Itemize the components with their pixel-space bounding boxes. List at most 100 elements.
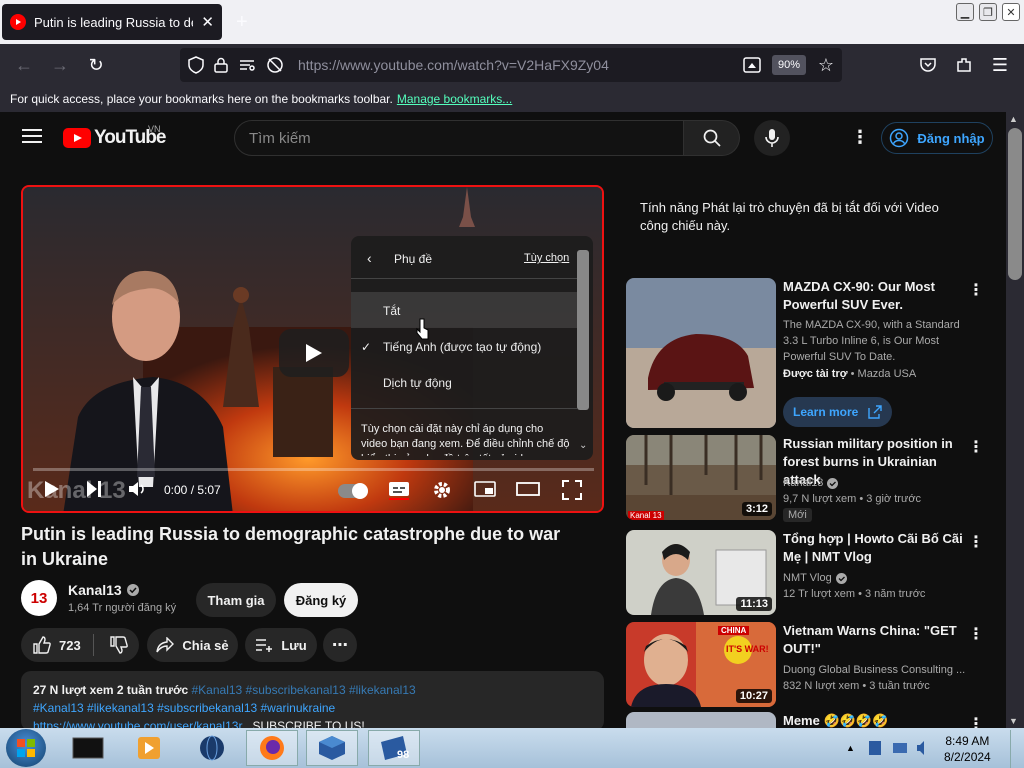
playlist-add-icon — [255, 637, 273, 653]
taskbar-terminal-icon[interactable] — [62, 730, 114, 766]
rec-menu-icon[interactable]: ⋮ — [968, 532, 984, 552]
save-button[interactable]: Lưu — [245, 628, 317, 662]
forward-icon[interactable]: → — [46, 51, 74, 79]
subtitle-options-link[interactable]: Tùy chọn — [524, 252, 569, 264]
channel-name[interactable]: Kanal13 — [68, 582, 122, 598]
autoplay-toggle[interactable] — [338, 483, 368, 499]
maximize-button[interactable]: ❐ — [979, 3, 997, 21]
taskbar-media-player-icon[interactable] — [122, 730, 174, 766]
big-play-button[interactable] — [279, 329, 349, 377]
rec-title[interactable]: Meme 🤣🤣🤣🤣 — [783, 712, 973, 728]
rec-menu-icon[interactable]: ⋮ — [968, 714, 984, 728]
guide-menu-icon[interactable] — [22, 128, 42, 144]
settings-gear-icon[interactable] — [432, 480, 452, 500]
rec-menu-icon[interactable]: ⋮ — [968, 280, 984, 300]
autoplay-blocked-icon[interactable] — [266, 56, 284, 74]
scrollbar-thumb[interactable] — [1008, 128, 1022, 280]
hashtags-line2[interactable]: #Kanal13 #likekanal13 #subscribekanal13 … — [33, 699, 592, 717]
new-tab-icon[interactable]: + — [236, 12, 248, 32]
close-tab-icon[interactable]: ✕ — [201, 13, 214, 31]
dislike-thumb-icon[interactable] — [110, 636, 128, 654]
recommendation-item[interactable]: 11:13 Tổng hợp | Howto Cãi Bố Cãi Mẹ | N… — [626, 530, 1006, 615]
app-menu-icon[interactable]: ☰ — [986, 51, 1014, 79]
start-button[interactable] — [6, 729, 46, 767]
close-window-button[interactable]: ✕ — [1002, 3, 1020, 21]
rec-menu-icon[interactable]: ⋮ — [968, 437, 984, 457]
learn-more-button[interactable]: Learn more — [783, 397, 893, 427]
show-hidden-icons[interactable]: ▲ — [846, 743, 855, 753]
menu-scrollbar[interactable] — [577, 250, 589, 410]
next-video-button[interactable] — [86, 480, 102, 498]
share-button[interactable]: Chia sẻ — [147, 628, 238, 662]
rec-channel[interactable]: Duong Global Business Consulting ... — [783, 662, 973, 678]
tray-bluetooth-icon[interactable] — [868, 740, 882, 756]
zoom-level[interactable]: 90% — [772, 55, 806, 75]
recommendation-item[interactable]: Kanal 13 3:12 Russian military position … — [626, 435, 1006, 522]
back-icon[interactable]: ← — [10, 51, 38, 79]
subtitles-cc-icon[interactable] — [388, 480, 410, 500]
rec-channel[interactable]: Kanal13 — [783, 475, 823, 491]
sponsored-recommendation[interactable]: MAZDA CX-90: Our Most Powerful SUV Ever.… — [626, 278, 1006, 428]
extensions-icon[interactable] — [950, 51, 978, 79]
play-button[interactable] — [44, 480, 60, 498]
shield-icon[interactable] — [188, 56, 204, 74]
rec-thumbnail[interactable]: Kanal 13 3:12 — [626, 435, 776, 520]
url-text[interactable]: https://www.youtube.com/watch?v=V2HaFX9Z… — [298, 57, 609, 73]
tray-volume-icon[interactable] — [916, 740, 932, 756]
taskbar-network-globe-icon[interactable] — [186, 730, 238, 766]
channel-avatar[interactable]: 13 — [21, 580, 57, 616]
scroll-down-icon[interactable]: ⌄ — [579, 440, 587, 451]
fullscreen-icon[interactable] — [562, 480, 582, 500]
channel-name-row[interactable]: Kanal13 — [68, 582, 139, 598]
miniplayer-icon[interactable] — [474, 480, 496, 498]
rec-title[interactable]: MAZDA CX-90: Our Most Powerful SUV Ever. — [783, 278, 973, 314]
rec-thumbnail[interactable] — [626, 712, 776, 728]
volume-icon[interactable] — [128, 480, 148, 498]
subtitle-option-english-auto[interactable]: ✓ Tiếng Anh (được tạo tự động) — [351, 328, 577, 364]
recommendation-item[interactable]: Meme 🤣🤣🤣🤣 ⋮ — [626, 712, 1006, 728]
sign-in-button[interactable]: Đăng nhập — [881, 122, 993, 154]
lock-icon[interactable] — [214, 57, 228, 73]
recommendation-item[interactable]: CHINA IT'S WAR! 10:27 Vietnam Warns Chin… — [626, 622, 1006, 707]
show-desktop-button[interactable] — [1010, 730, 1024, 768]
permissions-icon[interactable] — [238, 57, 256, 73]
verified-check-icon — [126, 584, 139, 596]
scroll-up-arrow-icon[interactable]: ▲ — [1009, 114, 1018, 124]
taskbar-virtualbox-icon[interactable] — [306, 730, 358, 766]
taskbar-firefox-icon[interactable] — [246, 730, 298, 766]
description-box[interactable]: 27 N lượt xem 2 tuần trước #Kanal13 #sub… — [21, 671, 604, 731]
like-thumb-icon[interactable] — [33, 636, 51, 654]
theater-mode-icon[interactable] — [516, 480, 540, 498]
rec-thumbnail[interactable]: 11:13 — [626, 530, 776, 615]
progress-bar[interactable] — [33, 468, 594, 471]
join-button[interactable]: Tham gia — [196, 583, 276, 617]
settings-kebab-icon[interactable]: ⋮ — [851, 128, 869, 146]
subscribe-button[interactable]: Đăng ký — [284, 583, 358, 617]
hashtags-line1[interactable]: #Kanal13 #subscribekanal13 #likekanal13 — [192, 683, 416, 697]
taskbar-vm-window-icon[interactable]: 98 — [368, 730, 420, 766]
like-count[interactable]: 723 — [59, 638, 81, 653]
rec-menu-icon[interactable]: ⋮ — [968, 624, 984, 644]
rec-thumbnail[interactable]: CHINA IT'S WAR! 10:27 — [626, 622, 776, 707]
ad-thumbnail[interactable] — [626, 278, 776, 428]
subtitle-option-off[interactable]: Tắt — [351, 292, 577, 328]
search-button[interactable] — [684, 120, 740, 156]
rec-channel[interactable]: NMT Vlog — [783, 570, 832, 586]
search-input[interactable]: Tìm kiếm — [234, 120, 684, 156]
tray-network-icon[interactable] — [892, 740, 908, 756]
scroll-down-arrow-icon[interactable]: ▼ — [1009, 716, 1018, 726]
more-actions-icon[interactable]: ⋯ — [323, 628, 357, 662]
system-clock[interactable]: 8:49 AM 8/2/2024 — [944, 733, 991, 765]
rec-title[interactable]: Vietnam Warns China: "GET OUT!" — [783, 622, 973, 658]
minimize-button[interactable]: ▁ — [956, 3, 974, 21]
voice-search-button[interactable] — [754, 120, 790, 156]
bookmark-star-icon[interactable]: ☆ — [812, 51, 840, 79]
browser-tab[interactable]: Putin is leading Russia to demographic c… — [2, 4, 222, 40]
manage-bookmarks-link[interactable]: Manage bookmarks... — [397, 92, 512, 106]
reload-icon[interactable]: ↻ — [82, 51, 110, 79]
picture-in-picture-icon[interactable] — [738, 51, 766, 79]
rec-title[interactable]: Tổng hợp | Howto Cãi Bố Cãi Mẹ | NMT Vlo… — [783, 530, 973, 566]
back-chevron-icon[interactable]: ‹ — [367, 250, 372, 266]
pocket-icon[interactable] — [914, 51, 942, 79]
subtitle-option-auto-translate[interactable]: Dịch tự động — [351, 364, 577, 400]
